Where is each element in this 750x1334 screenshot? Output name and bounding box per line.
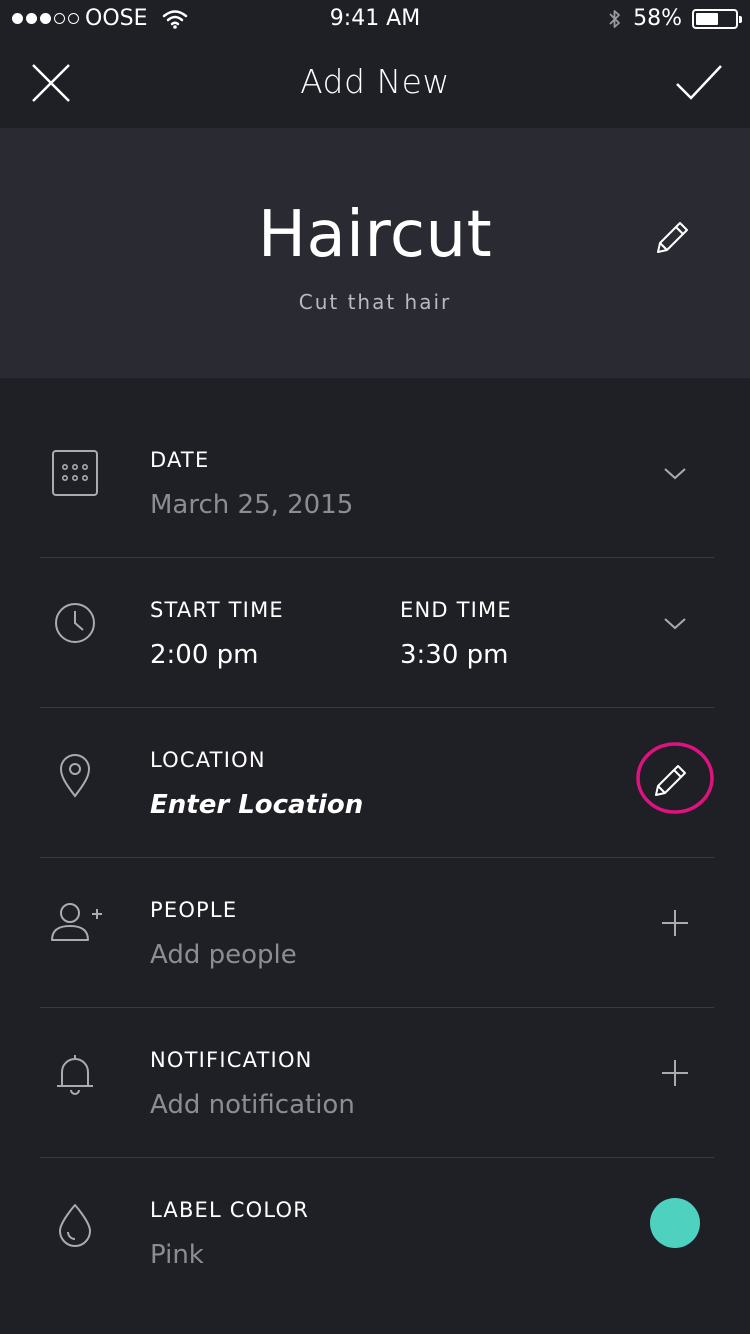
plus-icon[interactable] — [650, 1048, 700, 1098]
location-pin-icon — [59, 754, 91, 798]
people-label: PEOPLE — [150, 898, 238, 922]
people-value[interactable]: Add people — [150, 940, 297, 970]
chevron-down-icon[interactable] — [650, 448, 700, 498]
notification-label: NOTIFICATION — [150, 1048, 313, 1072]
add-person-icon — [51, 903, 102, 941]
pencil-icon[interactable] — [650, 216, 694, 260]
end-time-value[interactable]: 3:30 pm — [400, 640, 508, 670]
battery-percentage: 58% — [633, 6, 682, 31]
location-value[interactable]: Enter Location — [150, 790, 363, 820]
end-time-label: END TIME — [400, 598, 512, 622]
calendar-icon — [52, 450, 98, 496]
add-new-screen: OOSE 9:41 AM 58% Add New Haircut Cut tha… — [0, 0, 750, 1334]
plus-icon[interactable] — [650, 898, 700, 948]
chevron-down-icon[interactable] — [650, 598, 700, 648]
navigation-bar: Add New — [0, 40, 750, 128]
date-row[interactable]: DATE March 25, 2015 — [0, 408, 750, 558]
nav-title: Add New — [300, 62, 450, 101]
status-bar: OOSE 9:41 AM 58% — [0, 0, 750, 40]
notification-row[interactable]: NOTIFICATION Add notification — [0, 1008, 750, 1158]
pencil-icon — [655, 765, 686, 796]
start-time-value[interactable]: 2:00 pm — [150, 640, 258, 670]
people-row[interactable]: PEOPLE Add people — [0, 858, 750, 1008]
event-title: Haircut — [257, 198, 493, 272]
status-right: 58% — [607, 6, 742, 31]
label-color-row[interactable]: LABEL COLOR Pink — [0, 1158, 750, 1308]
notification-value[interactable]: Add notification — [150, 1090, 355, 1120]
event-header: Haircut Cut that hair — [0, 128, 750, 378]
checkmark-icon[interactable] — [674, 60, 724, 106]
bluetooth-icon — [609, 9, 620, 28]
event-subtitle: Cut that hair — [298, 290, 452, 314]
location-row[interactable]: LOCATION Enter Location — [0, 708, 750, 858]
bell-icon — [57, 1055, 93, 1095]
edit-location-button[interactable] — [636, 742, 714, 814]
label-color-value[interactable]: Pink — [150, 1240, 204, 1270]
start-time-label: START TIME — [150, 598, 284, 622]
battery-icon — [692, 8, 742, 29]
clock-icon — [55, 603, 95, 643]
date-label: DATE — [150, 448, 210, 472]
drop-icon — [59, 1204, 91, 1247]
location-label: LOCATION — [150, 748, 266, 772]
color-swatch[interactable] — [650, 1198, 700, 1248]
battery-level — [696, 12, 719, 25]
time-row[interactable]: START TIME 2:00 pm END TIME 3:30 pm — [0, 558, 750, 708]
date-value: March 25, 2015 — [150, 490, 354, 520]
label-color-label: LABEL COLOR — [150, 1198, 310, 1222]
